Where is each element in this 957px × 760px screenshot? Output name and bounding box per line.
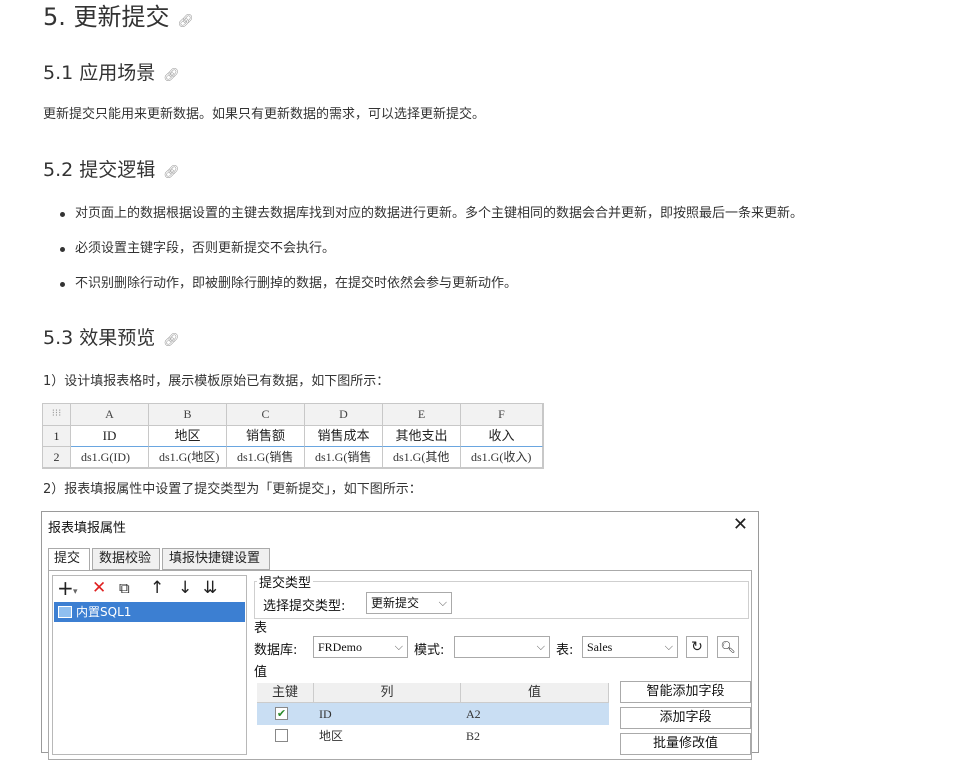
tab-validation[interactable]: 数据校验: [92, 548, 160, 570]
submit-list-pane: + ▾ ✕ ⧉ ↑ ↓ ⇊ 内置SQL1: [52, 575, 247, 755]
database-select[interactable]: FRDemo ⌵: [313, 636, 408, 658]
sheet-cell: ID: [71, 426, 149, 447]
submit-type-select[interactable]: 更新提交 ⌵: [366, 592, 452, 614]
primary-key-checkbox[interactable]: ✔: [275, 707, 288, 720]
row-number: 2: [43, 447, 71, 468]
sheet-cell: 其他支出: [383, 426, 461, 447]
dialog-title: 报表填报属性: [48, 521, 127, 536]
section-title-preview: 5.3 效果预览 🔗︎: [43, 327, 180, 349]
preview-icon[interactable]: 🔍︎: [717, 636, 739, 658]
tab-shortcuts[interactable]: 填报快捷键设置: [162, 548, 270, 570]
batch-edit-value-button[interactable]: 批量修改值: [620, 733, 751, 755]
move-up-icon[interactable]: ↑: [150, 578, 164, 598]
template-sheet-image: ⁝⁝⁝ A B C D E F 1 ID 地区 销售额 销售成本 其他支出 收入…: [42, 403, 544, 469]
grid-cell-column: ID: [319, 707, 332, 721]
table-group-label: 表: [254, 621, 268, 636]
link-icon[interactable]: 🔗︎: [163, 165, 180, 180]
copy-icon[interactable]: ⧉: [119, 578, 130, 598]
chevron-down-icon: ⌵: [664, 640, 673, 653]
sheet-cell: 地区: [149, 426, 227, 447]
add-dropdown-icon[interactable]: ▾: [73, 582, 78, 602]
col-header: C: [227, 404, 305, 426]
sheet-cell: ds1.G(地区): [149, 447, 227, 468]
grid-header-key: 主键: [257, 683, 314, 703]
database-label: 数据库:: [254, 643, 298, 658]
sheet-cell: 销售成本: [305, 426, 383, 447]
list-item: 必须设置主键字段，否则更新提交不会执行。: [58, 239, 803, 274]
col-header: F: [461, 404, 543, 426]
sheet-cell: ds1.G(收入): [461, 447, 543, 468]
add-field-button[interactable]: 添加字段: [620, 707, 751, 729]
grid-header-value: 值: [461, 683, 609, 703]
close-icon[interactable]: ✕: [733, 514, 748, 535]
table-label: 表:: [556, 643, 574, 658]
select-type-label: 选择提交类型:: [263, 599, 346, 614]
submit-panel: + ▾ ✕ ⧉ ↑ ↓ ⇊ 内置SQL1 提交类型 选择提交类型: 更新提交 ⌵ …: [48, 570, 752, 760]
primary-key-checkbox[interactable]: [275, 729, 288, 742]
sheet-cell: 销售额: [227, 426, 305, 447]
col-header: D: [305, 404, 383, 426]
grid-cell-column: 地区: [319, 729, 344, 743]
grid-cell-value: B2: [466, 729, 481, 743]
link-icon[interactable]: 🔗︎: [163, 333, 180, 348]
tab-submit[interactable]: 提交: [48, 548, 90, 571]
list-item: 不识别删除行动作，即被删除行删掉的数据，在提交时依然会参与更新动作。: [58, 274, 803, 309]
chevron-down-icon: ⌵: [394, 640, 403, 653]
row-number: 1: [43, 426, 71, 447]
delete-icon[interactable]: ✕: [92, 578, 106, 598]
table-icon: [58, 606, 72, 618]
col-header: A: [71, 404, 149, 426]
sheet-cell: ds1.G(其他: [383, 447, 461, 468]
move-down-icon[interactable]: ↓: [178, 578, 192, 598]
col-header: E: [383, 404, 461, 426]
sheet-cell: ds1.G(ID): [71, 447, 149, 468]
mode-label: 模式:: [414, 643, 445, 658]
link-icon[interactable]: 🔗︎: [163, 68, 180, 83]
sheet-cell: ds1.G(销售: [305, 447, 383, 468]
add-icon[interactable]: +: [57, 578, 74, 598]
grid-header-column: 列: [314, 683, 461, 703]
column-header-row: ⁝⁝⁝ A B C D E F: [43, 404, 543, 426]
scenario-text: 更新提交只能用来更新数据。如果只有更新数据的需求，可以选择更新提交。: [43, 107, 486, 122]
section-title-scenario: 5.1 应用场景 🔗︎: [43, 62, 180, 84]
sheet-row: 1 ID 地区 销售额 销售成本 其他支出 收入: [43, 426, 543, 447]
chevron-down-icon: ⌵: [438, 596, 447, 609]
mode-select[interactable]: ⌵: [454, 636, 550, 658]
value-group-label: 值: [254, 665, 268, 680]
list-item: 对页面上的数据根据设置的主键去数据库找到对应的数据进行更新。多个主键相同的数据会…: [58, 204, 803, 239]
report-fill-properties-dialog: 报表填报属性 ✕ 提交 数据校验 填报快捷键设置 + ▾ ✕ ⧉ ↑ ↓ ⇊ 内…: [41, 511, 759, 760]
page-title: 5. 更新提交 🔗︎: [43, 3, 195, 31]
document: 5. 更新提交 🔗︎ 5.1 应用场景 🔗︎ 更新提交只能用来更新数据。如果只有更新…: [0, 0, 957, 760]
sheet-row: 2 ds1.G(ID) ds1.G(地区) ds1.G(销售 ds1.G(销售 …: [43, 447, 543, 468]
link-icon[interactable]: 🔗︎: [178, 14, 195, 29]
smart-add-field-button[interactable]: 智能添加字段: [620, 681, 751, 703]
logic-list: 对页面上的数据根据设置的主键去数据库找到对应的数据进行更新。多个主键相同的数据会…: [58, 204, 803, 309]
preview-step2-text: 2）报表填报属性中设置了提交类型为「更新提交」，如下图所示：: [43, 482, 422, 497]
refresh-icon[interactable]: ↻: [686, 636, 708, 658]
sheet-cell: 收入: [461, 426, 543, 447]
table-row[interactable]: ✔ ID A2: [257, 703, 609, 725]
submit-type-group-label: 提交类型: [257, 572, 314, 591]
section-title-logic: 5.2 提交逻辑 🔗︎: [43, 159, 180, 181]
tree-item-sql1[interactable]: 内置SQL1: [54, 602, 245, 622]
col-header: B: [149, 404, 227, 426]
sheet-cell: ds1.G(销售: [227, 447, 305, 468]
preview-step1-text: 1）设计填报表格时，展示模板原始已有数据，如下图所示：: [43, 374, 390, 389]
table-select[interactable]: Sales ⌵: [582, 636, 678, 658]
sort-icon[interactable]: ⇊: [203, 578, 217, 598]
corner-cell: ⁝⁝⁝: [43, 404, 71, 426]
grid-cell-value: A2: [466, 707, 481, 721]
chevron-down-icon: ⌵: [536, 640, 545, 653]
table-row[interactable]: 地区 B2: [257, 725, 605, 747]
